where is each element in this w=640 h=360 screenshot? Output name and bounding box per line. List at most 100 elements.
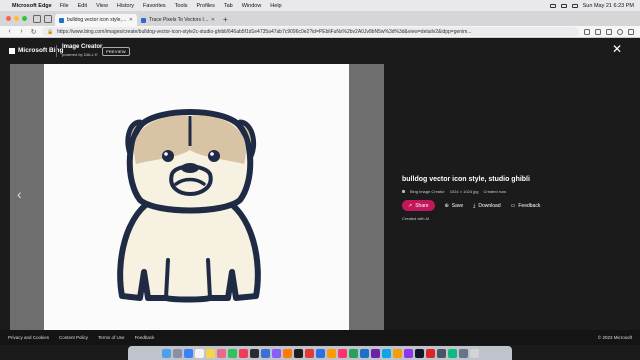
dock-app-icon[interactable]	[436, 348, 446, 358]
tab-vectorizer[interactable]: Trace Pixels To Vectors In Full Color ✕	[137, 14, 219, 26]
forward-arrow-icon[interactable]: ›	[18, 28, 25, 35]
image-created-time: Created now	[483, 189, 507, 194]
previous-image-arrow-icon[interactable]: ‹	[17, 186, 22, 202]
extensions-icon[interactable]	[584, 28, 590, 35]
footer-link-terms[interactable]: Terms of Use	[98, 335, 125, 340]
close-tab-icon[interactable]: ✕	[129, 17, 133, 23]
dock-finder-icon[interactable]	[161, 348, 171, 358]
close-window-icon[interactable]	[6, 16, 11, 21]
address-toolbar: ‹ › ↻ 🔒 https://www.bing.com/images/crea…	[0, 26, 640, 38]
collections-icon[interactable]	[606, 28, 612, 35]
footer-copyright: © 2023 Microsoft	[597, 335, 632, 340]
image-prompt-title: bulldog vector icon style, studio ghibli	[402, 176, 530, 183]
save-plus-icon: ⊕	[444, 202, 449, 209]
menu-file[interactable]: File	[60, 3, 69, 9]
microsoft-logo-icon	[9, 48, 15, 54]
dock-app-icon[interactable]	[403, 348, 413, 358]
dock-app-icon[interactable]	[293, 348, 303, 358]
wifi-icon[interactable]	[560, 3, 567, 8]
created-with-ai-note: Created with AI	[402, 216, 430, 221]
dock-calendar-icon[interactable]	[194, 348, 204, 358]
dock-app-icon[interactable]	[414, 348, 424, 358]
dock-app-icon[interactable]	[381, 348, 391, 358]
image-creator-title[interactable]: Image Creator	[62, 44, 102, 50]
tab-bing-image-creator[interactable]: bulldog vector icon style, studio ghibli…	[55, 14, 137, 26]
zoom-window-icon[interactable]	[22, 16, 27, 21]
minimize-window-icon[interactable]	[14, 16, 19, 21]
save-button[interactable]: ⊕ Save	[445, 203, 464, 209]
menubar-status-area: Sun May 21 6:23 PM	[549, 3, 634, 9]
share-icon: ↗	[408, 202, 413, 209]
dock-mail-icon[interactable]	[183, 348, 193, 358]
dock-app-icon[interactable]	[348, 348, 358, 358]
dock-app-icon[interactable]	[392, 348, 402, 358]
footer-link-content-policy[interactable]: Content Policy	[59, 335, 88, 340]
menu-window[interactable]: Window	[242, 3, 262, 9]
more-menu-icon[interactable]	[628, 28, 634, 35]
powered-by-dalle: powered by DALL·E	[62, 52, 98, 57]
image-dimensions: 1024 × 1024 jpg	[449, 189, 479, 194]
lock-icon[interactable]: 🔒	[47, 29, 53, 35]
dock-music-icon[interactable]	[238, 348, 248, 358]
dock-photos-icon[interactable]	[216, 348, 226, 358]
dock-facetime-icon[interactable]	[227, 348, 237, 358]
window-controls	[6, 16, 27, 21]
menu-tools[interactable]: Tools	[175, 3, 188, 9]
profile-icon[interactable]	[617, 28, 623, 35]
close-tab-icon[interactable]: ✕	[211, 17, 215, 23]
macos-dock	[128, 346, 512, 360]
mac-menu-bar: Microsoft Edge File Edit View History Fa…	[0, 0, 640, 11]
header-divider	[56, 45, 57, 57]
footer-link-privacy[interactable]: Privacy and Cookies	[8, 335, 49, 340]
share-button[interactable]: ↗ Share	[402, 200, 435, 211]
dock-app-icon[interactable]	[370, 348, 380, 358]
back-arrow-icon[interactable]: ‹	[6, 28, 13, 35]
sidebar-toggle-icon[interactable]	[33, 15, 41, 23]
tab-actions-icon[interactable]	[44, 15, 52, 23]
menu-app-name[interactable]: Microsoft Edge	[12, 3, 52, 9]
dock-app-icon[interactable]	[249, 348, 259, 358]
url-field[interactable]: 🔒 https://www.bing.com/images/create/bul…	[42, 27, 579, 36]
battery-icon[interactable]	[549, 3, 556, 8]
download-button[interactable]: ⤓ Download	[473, 203, 500, 209]
dock-app-icon[interactable]	[260, 348, 270, 358]
page-footer: Privacy and Cookies Content Policy Terms…	[0, 330, 640, 345]
download-label: Download	[478, 202, 501, 209]
menu-history[interactable]: History	[117, 3, 134, 9]
dock-trash-icon[interactable]	[469, 348, 479, 358]
tab-title: Trace Pixels To Vectors In Full Color	[149, 17, 209, 23]
feedback-button[interactable]: ▭ Feedback	[511, 203, 541, 209]
close-viewer-icon[interactable]: ✕	[612, 43, 622, 55]
control-center-icon[interactable]	[571, 3, 578, 8]
dock-app-icon[interactable]	[282, 348, 292, 358]
preview-badge: PREVIEW	[102, 47, 130, 56]
menu-tab[interactable]: Tab	[224, 3, 233, 9]
dock-app-icon[interactable]	[271, 348, 281, 358]
new-tab-button[interactable]: +	[223, 15, 228, 24]
menu-view[interactable]: View	[96, 3, 108, 9]
favorites-icon[interactable]	[595, 28, 601, 35]
dock-app-icon[interactable]	[337, 348, 347, 358]
share-label: Share	[415, 202, 429, 209]
menu-help[interactable]: Help	[270, 3, 281, 9]
tab-title: bulldog vector icon style, studio ghibli	[67, 17, 127, 23]
dock-app-icon[interactable]	[304, 348, 314, 358]
footer-link-feedback[interactable]: Feedback	[135, 335, 155, 340]
dock-launchpad-icon[interactable]	[172, 348, 182, 358]
menu-profiles[interactable]: Profiles	[197, 3, 215, 9]
dock-app-icon[interactable]	[458, 348, 468, 358]
dock-app-icon[interactable]	[315, 348, 325, 358]
feedback-icon: ▭	[510, 202, 516, 209]
browser-tab-bar: bulldog vector icon style, studio ghibli…	[0, 11, 640, 26]
menu-favorites[interactable]: Favorites	[143, 3, 166, 9]
dock-app-icon[interactable]	[359, 348, 369, 358]
menu-edit[interactable]: Edit	[78, 3, 87, 9]
dock-app-icon[interactable]	[425, 348, 435, 358]
dock-app-icon[interactable]	[326, 348, 336, 358]
dock-app-icon[interactable]	[447, 348, 457, 358]
menubar-clock[interactable]: Sun May 21 6:23 PM	[583, 3, 634, 9]
refresh-icon[interactable]: ↻	[30, 28, 37, 36]
generated-image[interactable]	[44, 64, 349, 330]
vectorizer-favicon-icon	[141, 17, 146, 23]
dock-notes-icon[interactable]	[205, 348, 215, 358]
